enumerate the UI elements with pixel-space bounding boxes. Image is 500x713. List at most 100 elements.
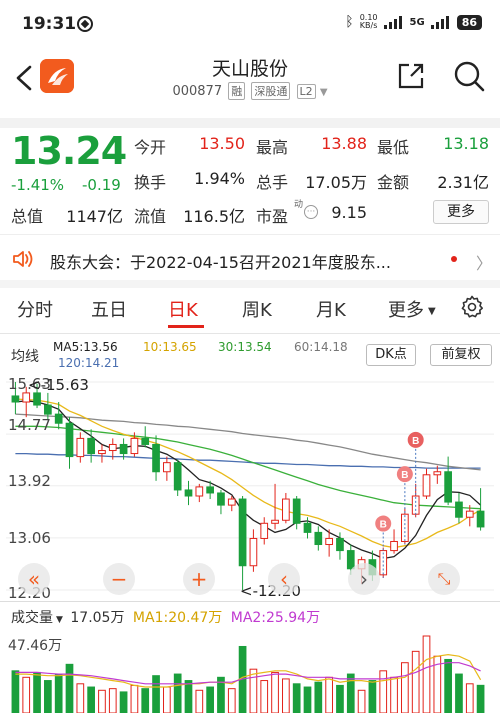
notice-text[interactable]: 股东大会：于2022-04-15召开2021年度股东... — [50, 249, 450, 273]
tab-weekly-k[interactable]: 周K — [242, 296, 272, 322]
bluetooth-icon: ᛒ — [345, 14, 354, 30]
candle-down — [455, 501, 463, 518]
volume-bar — [33, 671, 41, 713]
candle-up — [76, 437, 85, 458]
volume-bar — [184, 680, 193, 713]
volume-bar — [173, 673, 182, 713]
do-not-disturb-icon — [77, 16, 93, 32]
candle-down — [476, 510, 485, 528]
chevron-right-icon[interactable]: 〉 — [476, 250, 492, 274]
volume-bar — [141, 688, 150, 713]
share-icon[interactable] — [397, 62, 425, 90]
candle-up — [22, 392, 31, 403]
volume-bar — [119, 691, 128, 713]
ma120-label: 120:14.21 — [58, 356, 120, 370]
tab-daily-k[interactable]: 日K — [168, 296, 198, 322]
change-percent: -1.41% — [11, 176, 65, 194]
value-total-volume: 17.05万 — [305, 173, 367, 192]
kline-chart[interactable]: B B B — [6, 374, 494, 600]
label-total-volume: 总手 — [256, 173, 289, 192]
scroll-right-icon[interactable]: › — [348, 563, 380, 595]
label-high: 最高 — [256, 138, 289, 157]
settings-icon[interactable] — [460, 295, 484, 319]
volume-ma2: MA2:25.94万 — [230, 610, 321, 626]
tab-more[interactable]: 更多 ▼ — [388, 296, 436, 322]
value-high: 13.88 — [321, 134, 367, 153]
value-low: 13.18 — [443, 134, 489, 153]
volume-bar — [206, 686, 214, 713]
volume-bar — [336, 684, 344, 713]
candle-down — [152, 443, 160, 473]
candle-up — [325, 537, 333, 546]
volume-bar — [152, 675, 160, 713]
volume-bar — [163, 686, 171, 713]
volume-bar — [314, 681, 323, 713]
y-tick-3: 13.92 — [8, 472, 51, 490]
status-icons: ᛒ 0.10 KB/s 5G 86 — [345, 14, 482, 30]
status-bar: 19:31 ᛒ 0.10 KB/s 5G 86 — [0, 0, 500, 50]
divider — [0, 333, 500, 334]
stock-subtitle: 000877 融 深股通 L2 ▼ — [0, 82, 500, 100]
scroll-left-fast-icon[interactable]: « — [18, 563, 50, 595]
chevron-down-icon[interactable]: ▼ — [320, 87, 328, 98]
buy-signal-label: B — [380, 520, 387, 531]
zoom-out-icon[interactable]: − — [103, 563, 135, 595]
ma60-label: 60:14.18 — [294, 340, 348, 354]
volume-bar — [249, 668, 258, 713]
volume-bar — [44, 680, 52, 713]
unread-dot — [451, 256, 457, 262]
active-tab-indicator — [168, 325, 204, 328]
divider — [0, 234, 500, 235]
adjustment-button[interactable]: 前复权 — [430, 344, 492, 366]
scroll-left-icon[interactable]: ‹ — [268, 563, 300, 595]
tab-monthly-k[interactable]: 月K — [316, 296, 346, 322]
volume-bar — [465, 683, 474, 713]
dk-point-button[interactable]: DK点 — [366, 344, 416, 366]
label-low: 最低 — [377, 138, 410, 157]
caret-down-icon: ▼ — [428, 306, 436, 317]
candle-down — [141, 437, 150, 445]
tab-intraday[interactable]: 分时 — [17, 296, 53, 322]
volume-bar — [357, 689, 366, 713]
change-amount: -0.19 — [82, 176, 121, 194]
caret-down-icon[interactable]: ▼ — [56, 615, 63, 625]
candle-up — [108, 443, 117, 452]
label-open: 今开 — [134, 138, 167, 157]
fullscreen-icon[interactable]: ⤡ — [428, 563, 460, 595]
buy-signal-label: B — [401, 470, 408, 481]
candle-down — [206, 486, 214, 494]
signal-icon — [383, 15, 404, 29]
tab-five-day[interactable]: 五日 — [91, 296, 127, 322]
y-tick-4: 13.06 — [8, 529, 51, 547]
volume-bar — [260, 680, 269, 713]
search-icon[interactable] — [453, 60, 485, 92]
candle-up — [422, 474, 431, 497]
candle-down — [336, 537, 344, 552]
volume-legend: 成交量 ▼ 17.05万 MA1:20.47万 MA2:25.94万 — [11, 607, 320, 627]
current-price: 13.24 — [11, 129, 127, 173]
candle-down — [184, 489, 193, 497]
volume-bar — [390, 676, 398, 713]
value-float-cap: 116.5亿 — [183, 207, 245, 226]
value-market-cap: 1147亿 — [66, 207, 123, 226]
candle-up — [98, 450, 106, 455]
more-dots-icon[interactable]: ··· — [304, 205, 318, 219]
volume-bar — [346, 673, 355, 713]
candle-up — [433, 471, 442, 476]
volume-bar — [476, 684, 485, 713]
volume-selector[interactable]: 成交量 — [11, 610, 53, 626]
value-amount: 2.31亿 — [437, 173, 489, 192]
label-float-cap: 流值 — [134, 207, 167, 226]
volume-bar — [444, 658, 452, 713]
zoom-in-icon[interactable]: + — [183, 563, 215, 595]
more-button[interactable]: 更多 — [433, 200, 489, 224]
ma-title[interactable]: 均线 — [11, 346, 39, 366]
volume-bar — [22, 676, 31, 713]
candle-up — [195, 486, 204, 497]
ma10-label: 10:13.65 — [143, 340, 197, 354]
divider — [0, 280, 500, 288]
pe-superscript: 动 — [294, 200, 304, 210]
volume-bar — [303, 686, 312, 713]
tag-level2: L2 — [296, 84, 316, 99]
volume-chart[interactable] — [6, 632, 494, 713]
